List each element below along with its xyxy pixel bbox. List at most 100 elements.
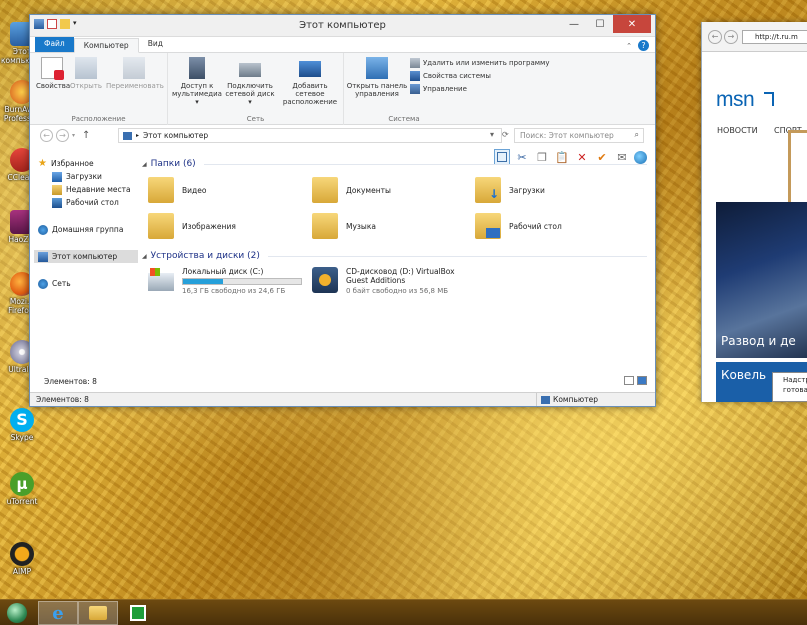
nav-this-pc[interactable]: Этот компьютер bbox=[34, 250, 138, 263]
map-drive-button[interactable]: Подключить сетевой диск ▾ bbox=[224, 57, 276, 106]
breadcrumb-separator-icon: ▸ bbox=[136, 132, 140, 139]
browser-toolbar: ← → http://t.ru.m bbox=[702, 22, 807, 52]
search-box[interactable]: Поиск: Этот компьютер ⌕ bbox=[514, 128, 644, 143]
addon-popup[interactable]: Надстр готова bbox=[772, 372, 807, 402]
file-explorer-icon bbox=[89, 606, 107, 620]
msn-butterfly-icon bbox=[764, 92, 774, 106]
network-icon bbox=[38, 278, 48, 289]
minimize-button[interactable]: — bbox=[561, 15, 587, 33]
this-pc-icon bbox=[38, 251, 48, 262]
cd-drive-icon bbox=[312, 267, 338, 293]
pictures-folder-icon bbox=[148, 213, 174, 239]
address-dropdown-icon[interactable]: ▾ bbox=[490, 130, 494, 139]
manage-icon bbox=[410, 84, 420, 94]
explorer-window[interactable]: ▾ Этот компьютер — ☐ ✕ Файл Компьютер Ви… bbox=[29, 14, 656, 407]
collapse-triangle-icon: ◢ bbox=[142, 252, 147, 260]
tab-computer[interactable]: Компьютер bbox=[73, 38, 139, 53]
maximize-button[interactable]: ☐ bbox=[587, 15, 613, 33]
open-button[interactable]: Открыть bbox=[70, 57, 102, 90]
aimp-icon bbox=[10, 542, 34, 566]
drive-c-free: 16,3 ГБ свободно из 24,6 ГБ bbox=[182, 287, 286, 295]
control-panel-button[interactable]: Открыть панель управления bbox=[346, 57, 408, 98]
network-location-icon bbox=[299, 61, 321, 77]
taskbar: e bbox=[0, 599, 807, 625]
details-view-icon[interactable] bbox=[624, 376, 634, 385]
folder-pictures[interactable]: Изображения bbox=[148, 213, 236, 239]
browser-address[interactable]: http://t.ru.m bbox=[742, 30, 807, 44]
nav-favorites[interactable]: ★ Избранное bbox=[38, 157, 138, 170]
status-zone: Компьютер bbox=[536, 393, 598, 406]
ribbon-collapse-icon[interactable]: ⌃ bbox=[626, 42, 632, 50]
address-bar[interactable]: ▸ Этот компьютер bbox=[118, 128, 502, 143]
back-button[interactable]: ← bbox=[40, 129, 53, 142]
nav-downloads[interactable]: Загрузки bbox=[38, 170, 138, 183]
manage-button[interactable]: Управление bbox=[410, 84, 467, 94]
nav-homegroup[interactable]: Домашняя группа bbox=[38, 223, 138, 236]
taskbar-explorer[interactable] bbox=[78, 601, 118, 625]
documents-folder-icon bbox=[312, 177, 338, 203]
start-button[interactable] bbox=[2, 601, 32, 625]
nav-news[interactable]: НОВОСТИ bbox=[717, 126, 758, 135]
drive-d[interactable]: CD-дисковод (D:) VirtualBox Guest Additi… bbox=[312, 267, 474, 295]
folder-video[interactable]: Видео bbox=[148, 177, 206, 203]
media-server-icon bbox=[189, 57, 205, 79]
history-dropdown-icon[interactable]: ▾ bbox=[72, 132, 75, 139]
tab-file[interactable]: Файл bbox=[35, 37, 74, 52]
downloads-folder-icon: ↓ bbox=[475, 177, 501, 203]
desktop-icon-utorrent[interactable]: µ uTorrent bbox=[0, 472, 44, 507]
uninstall-button[interactable]: Удалить или изменить программу bbox=[410, 58, 549, 68]
recent-places-icon bbox=[52, 184, 62, 195]
media-access-button[interactable]: Доступ к мультимедиа ▾ bbox=[170, 57, 224, 106]
system-properties-button[interactable]: Свойства системы bbox=[410, 71, 491, 81]
forward-icon[interactable]: → bbox=[724, 30, 738, 44]
folders-section-header[interactable]: ◢ Папки (6) bbox=[142, 157, 647, 171]
status-bar: Элементов: 8 Компьютер bbox=[30, 392, 655, 406]
back-icon[interactable]: ← bbox=[708, 30, 722, 44]
refresh-icon[interactable]: ⟳ bbox=[502, 130, 509, 139]
drive-c-usage-bar bbox=[182, 278, 302, 285]
close-button[interactable]: ✕ bbox=[613, 15, 651, 33]
local-disk-icon bbox=[148, 268, 174, 291]
this-pc-small-icon bbox=[123, 131, 132, 140]
add-network-location-button[interactable]: Добавить сетевое расположение bbox=[278, 57, 342, 106]
ribbon: Свойства Открыть Переименовать Расположе… bbox=[30, 53, 655, 125]
city-label: Ковель bbox=[721, 368, 767, 382]
search-placeholder: Поиск: Этот компьютер bbox=[520, 131, 614, 140]
folder-downloads[interactable]: ↓ Загрузки bbox=[475, 177, 545, 203]
drive-d-free: 0 байт свободно из 56,8 МБ bbox=[346, 286, 449, 295]
folder-music[interactable]: Музыка bbox=[312, 213, 376, 239]
address-text: Этот компьютер bbox=[143, 131, 209, 140]
drive-c-usage-fill bbox=[183, 279, 224, 284]
large-icons-view-icon[interactable] bbox=[637, 376, 647, 385]
group-location: Свойства Открыть Переименовать Расположе… bbox=[30, 53, 168, 125]
group-location-label: Расположение bbox=[71, 115, 126, 123]
group-system: Открыть панель управления Удалить или из… bbox=[344, 53, 549, 125]
tab-view[interactable]: Вид bbox=[139, 37, 172, 52]
headline[interactable]: Развод и де bbox=[721, 334, 796, 348]
taskbar-store[interactable] bbox=[118, 601, 158, 625]
properties-button[interactable]: Свойства bbox=[36, 57, 70, 90]
folder-documents[interactable]: Документы bbox=[312, 177, 391, 203]
rename-button[interactable]: Переименовать bbox=[106, 57, 164, 90]
content-pane: ◢ Папки (6) Видео Документы ↓ Загрузки И… bbox=[142, 157, 647, 295]
skype-icon: S bbox=[10, 408, 34, 432]
browser-window[interactable]: ← → http://t.ru.m msn НОВОСТИ СПОРТ Разв… bbox=[701, 22, 807, 402]
help-icon[interactable]: ? bbox=[638, 40, 649, 51]
nav-recent[interactable]: Недавние места bbox=[38, 183, 138, 196]
forward-button[interactable]: → bbox=[56, 129, 69, 142]
desktop-icon-skype[interactable]: S Skype bbox=[0, 408, 44, 443]
drive-c[interactable]: Локальный диск (C:) 16,3 ГБ свободно из … bbox=[148, 267, 302, 295]
msn-logo[interactable]: msn bbox=[716, 88, 755, 112]
title-bar[interactable]: ▾ Этот компьютер — ☐ ✕ bbox=[30, 15, 655, 37]
nav-desktop[interactable]: Рабочий стол bbox=[38, 196, 138, 209]
system-properties-icon bbox=[410, 71, 420, 81]
up-button[interactable]: ↑ bbox=[82, 130, 90, 141]
homegroup-icon bbox=[38, 224, 48, 235]
devices-section-header[interactable]: ◢ Устройства и диски (2) bbox=[142, 249, 647, 263]
folder-desktop[interactable]: Рабочий стол bbox=[475, 213, 562, 239]
internet-explorer-icon: e bbox=[52, 602, 64, 624]
desktop-icon-aimp[interactable]: AIMP bbox=[0, 542, 44, 577]
taskbar-ie[interactable]: e bbox=[38, 601, 78, 625]
nav-network[interactable]: Сеть bbox=[38, 277, 138, 290]
star-icon: ★ bbox=[38, 158, 47, 169]
